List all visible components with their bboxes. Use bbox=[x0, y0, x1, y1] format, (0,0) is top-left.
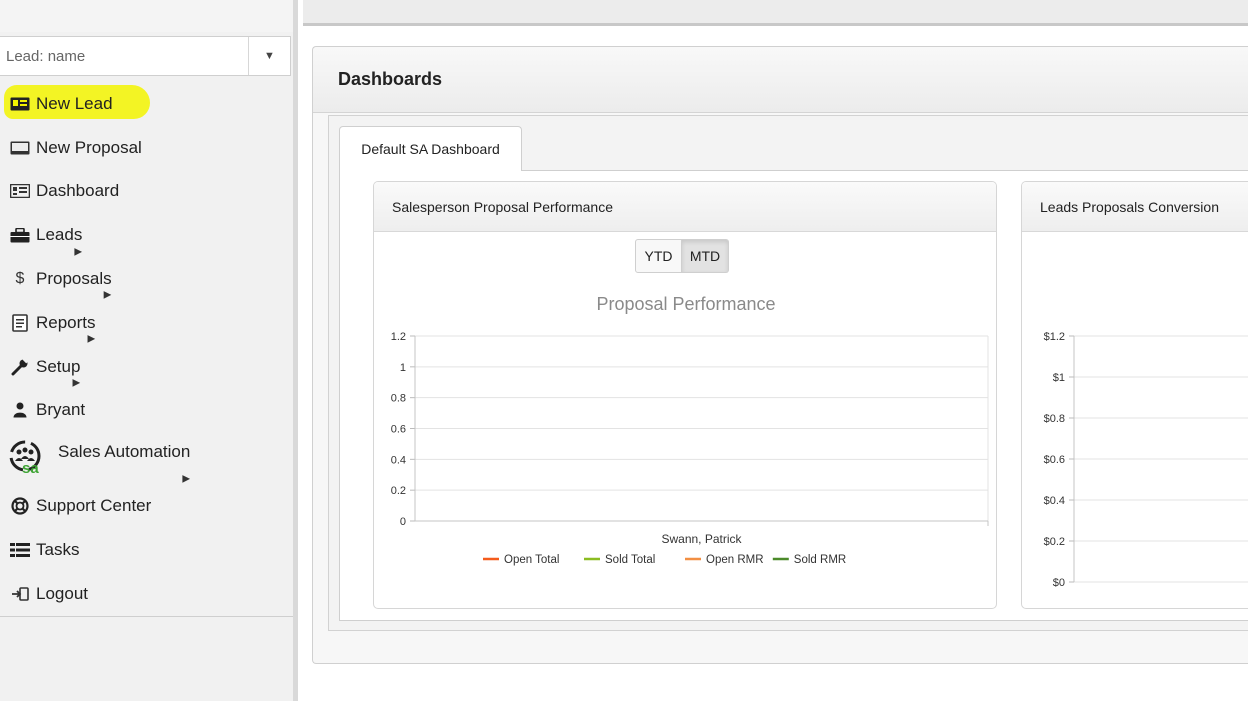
panel-header: Dashboards bbox=[313, 47, 1248, 113]
briefcase-icon bbox=[10, 227, 30, 243]
chevron-right-icon: ▶ bbox=[182, 473, 191, 485]
card-title: Leads Proposals Conversion bbox=[1022, 182, 1248, 232]
y-tick-label: $0.2 bbox=[1044, 536, 1065, 548]
y-tick-label: 0 bbox=[400, 516, 406, 528]
document-icon bbox=[10, 314, 30, 332]
chevron-down-icon[interactable]: ▼ bbox=[248, 37, 290, 75]
sidebar-item-proposals[interactable]: $ Proposals ▶ bbox=[0, 257, 293, 301]
user-icon bbox=[10, 402, 30, 418]
salesperson-performance-card: Salesperson Proposal Performance YTD MTD… bbox=[373, 181, 997, 609]
conversion-chart: $0 $0.2 $0.4 $0.6 $0.8 $1 $1.2 bbox=[1044, 331, 1248, 589]
legend-label: Sold RMR bbox=[794, 554, 846, 566]
card-title: Salesperson Proposal Performance bbox=[374, 182, 996, 232]
sidebar-item-label: Support Center bbox=[36, 496, 152, 516]
sidebar-item-label: Bryant bbox=[36, 400, 86, 420]
lead-search-input[interactable] bbox=[0, 37, 247, 75]
sidebar-item-label: New Lead bbox=[36, 93, 113, 113]
chevron-right-icon: ▶ bbox=[74, 246, 83, 258]
y-tick-label: $1 bbox=[1053, 372, 1065, 384]
sidebar-item-label: Dashboard bbox=[36, 181, 120, 201]
dashboard-icon bbox=[10, 183, 30, 199]
sidebar-item-sales-automation[interactable]: sa Sales Automation ▶ bbox=[0, 432, 293, 484]
lead-search: ▼ bbox=[0, 36, 291, 76]
chevron-right-icon: ▶ bbox=[103, 289, 112, 301]
tasks-icon bbox=[10, 542, 30, 558]
chevron-right-icon: ▶ bbox=[87, 333, 96, 345]
legend-label: Open RMR bbox=[706, 554, 764, 566]
dollar-icon: $ bbox=[15, 270, 25, 288]
y-tick-label: $0 bbox=[1053, 577, 1065, 589]
y-tick-label: $1.2 bbox=[1044, 331, 1065, 343]
sidebar-divider bbox=[0, 616, 293, 617]
wrench-icon bbox=[10, 357, 30, 376]
proposal-performance-chart: 0 0.2 0.4 0.6 0.8 1 1.2 Swann, Patrick Open Tota… bbox=[391, 331, 989, 566]
sidebar-item-leads[interactable]: Leads ▶ bbox=[0, 213, 293, 257]
sidebar-item-new-lead[interactable]: New Lead bbox=[0, 82, 293, 126]
sales-automation-logo-icon: sa bbox=[8, 439, 46, 477]
legend-label: Sold Total bbox=[605, 554, 655, 566]
y-tick-label: $0.8 bbox=[1044, 413, 1065, 425]
chevron-right-icon: ▶ bbox=[72, 377, 81, 389]
sidebar-item-new-proposal[interactable]: New Proposal bbox=[0, 126, 293, 170]
y-tick-label: $0.4 bbox=[1044, 495, 1065, 507]
sidebar-item-label: Logout bbox=[36, 583, 88, 603]
id-card-icon bbox=[10, 96, 30, 112]
y-tick-label: 0.8 bbox=[391, 393, 406, 405]
sidebar-item-support-center[interactable]: Support Center bbox=[0, 484, 293, 528]
sidebar-item-tasks[interactable]: Tasks bbox=[0, 528, 293, 572]
sidebar-item-label: Setup bbox=[36, 356, 81, 376]
top-bar bbox=[303, 0, 1248, 26]
sidebar-item-label: Leads bbox=[36, 225, 83, 245]
legend-label: Open Total bbox=[504, 554, 559, 566]
y-tick-label: 1.2 bbox=[391, 331, 406, 343]
sidebar-item-label: New Proposal bbox=[36, 137, 142, 157]
sa-logo-text: sa bbox=[22, 460, 39, 477]
panel-body: Default SA Dashboard Salesperson Proposa… bbox=[328, 115, 1248, 631]
sidebar-item-logout[interactable]: Logout bbox=[0, 572, 293, 616]
sidebar: ▼ New Lead New Proposal Dashboard bbox=[0, 0, 298, 701]
y-tick-label: 0.4 bbox=[391, 454, 406, 466]
page-title: Dashboards bbox=[338, 69, 443, 89]
y-tick-label: 0.6 bbox=[391, 424, 406, 436]
x-tick-label: Swann, Patrick bbox=[661, 532, 742, 546]
mtd-button[interactable]: MTD bbox=[682, 239, 729, 273]
sidebar-item-label: Sales Automation bbox=[58, 442, 191, 462]
sidebar-top-bar bbox=[0, 0, 293, 32]
tab-content: Salesperson Proposal Performance YTD MTD… bbox=[339, 171, 1248, 621]
y-tick-label: 0.2 bbox=[391, 485, 406, 497]
y-tick-label: $0.6 bbox=[1044, 454, 1065, 466]
sidebar-item-label: Tasks bbox=[36, 540, 80, 560]
sidebar-item-setup[interactable]: Setup ▶ bbox=[0, 345, 293, 389]
sidebar-item-label: Reports bbox=[36, 312, 96, 332]
sidebar-item-label: Proposals bbox=[36, 269, 112, 289]
leads-proposals-conversion-card: Leads Proposals Conversion $0 $0.2 $0.4 $0.… bbox=[1021, 181, 1248, 609]
lifebuoy-icon bbox=[10, 497, 30, 515]
dashboard-tabs: Default SA Dashboard bbox=[339, 126, 1248, 172]
monitor-icon bbox=[10, 140, 30, 156]
tab-default-sa-dashboard[interactable]: Default SA Dashboard bbox=[339, 126, 522, 172]
sidebar-item-user[interactable]: Bryant bbox=[0, 389, 293, 433]
sidebar-item-reports[interactable]: Reports ▶ bbox=[0, 301, 293, 345]
y-tick-label: 1 bbox=[400, 362, 406, 374]
dashboards-panel: Dashboards Default SA Dashboard Salesper… bbox=[312, 46, 1248, 664]
ytd-button[interactable]: YTD bbox=[635, 239, 682, 273]
period-toggle: YTD MTD bbox=[635, 239, 729, 273]
sidebar-item-dashboard[interactable]: Dashboard bbox=[0, 170, 293, 214]
logout-icon bbox=[10, 586, 30, 602]
sidebar-menu: New Lead New Proposal Dashboard Leads ▶ … bbox=[0, 82, 293, 616]
